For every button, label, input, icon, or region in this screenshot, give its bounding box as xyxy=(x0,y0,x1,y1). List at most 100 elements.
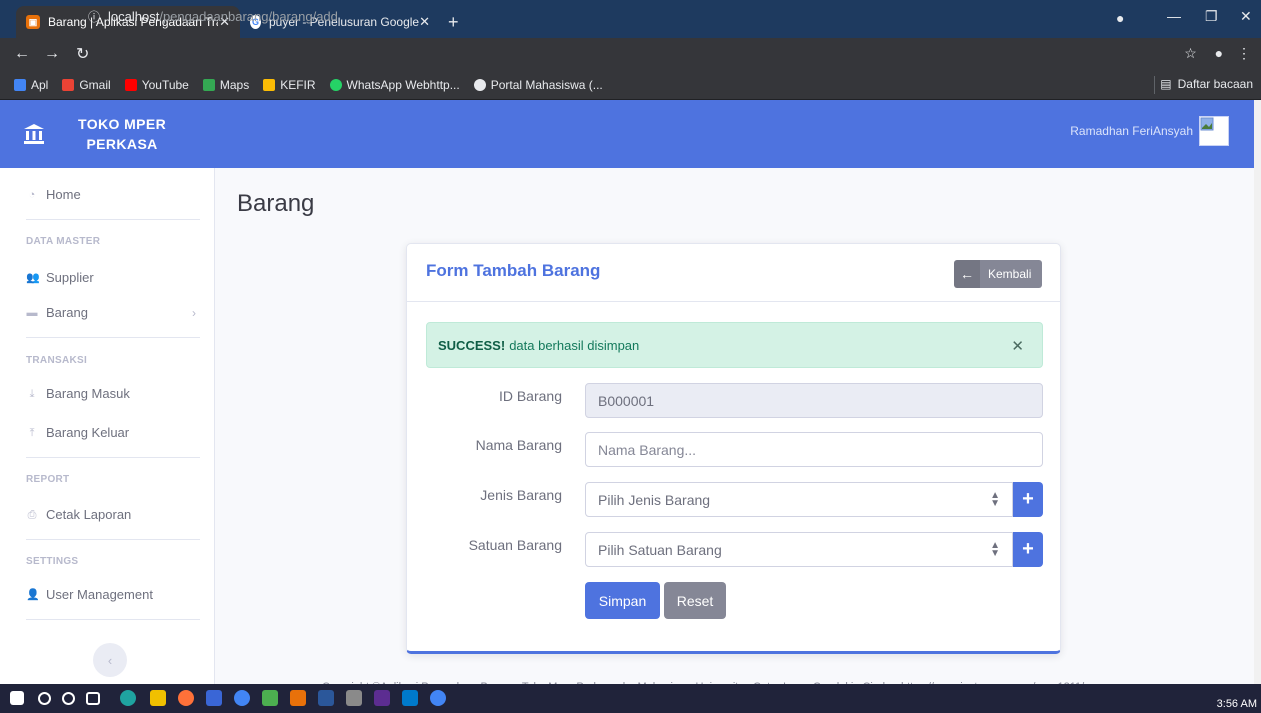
user-name: Ramadhan FeriAnsyah xyxy=(1070,124,1193,138)
select-caret-icon: ▲ ▼ xyxy=(990,490,1000,509)
bookmark-label: Portal Mahasiswa (... xyxy=(490,77,603,92)
bookmark-label: Apl xyxy=(31,77,49,92)
close-window-icon[interactable]: ✕ xyxy=(1240,8,1252,25)
url-path: /pengadaanbarang/barang/add xyxy=(159,8,338,24)
save-button[interactable]: Simpan xyxy=(585,582,660,619)
xampp-icon[interactable] xyxy=(290,690,306,706)
satuan-barang-select[interactable]: Pilih Satuan Barang ▲ ▼ xyxy=(585,532,1013,567)
gmail-icon xyxy=(62,78,75,91)
bookmark-whatsapp[interactable]: WhatsApp Webhttp... xyxy=(329,78,460,92)
word-icon[interactable] xyxy=(318,690,334,706)
sidebar-item-supplier[interactable]: 👥 Supplier xyxy=(26,270,196,285)
jenis-barang-select[interactable]: Pilih Jenis Barang ▲ ▼ xyxy=(585,482,1013,517)
brand[interactable]: TOKO MPER PERKASA xyxy=(0,100,215,168)
site-info-icon[interactable]: ⓘ xyxy=(88,8,100,25)
reading-list-label: Daftar bacaan xyxy=(1177,77,1253,91)
bookmark-kefir[interactable]: KEFIR xyxy=(263,77,316,92)
sidebar-heading: TRANSAKSI xyxy=(26,355,88,366)
sidebar-heading: DATA MASTER xyxy=(26,236,101,247)
windows-start-icon[interactable] xyxy=(10,691,24,705)
search-icon[interactable] xyxy=(38,692,51,705)
sidebar-divider xyxy=(26,457,200,458)
sidebar-divider xyxy=(26,539,200,540)
bookmark-apl[interactable]: Apl xyxy=(14,78,48,92)
reload-icon[interactable]: ↻ xyxy=(76,44,89,64)
users-icon: 👥 xyxy=(26,271,40,284)
bookmark-maps[interactable]: Maps xyxy=(202,77,250,92)
sidebar-item-cetak-laporan[interactable]: ⎙ Cetak Laporan xyxy=(26,507,196,522)
sidebar-heading: SETTINGS xyxy=(26,556,79,567)
bookmark-youtube[interactable]: YouTube xyxy=(124,77,189,92)
bookmark-label: YouTube xyxy=(141,77,189,92)
browser-actions: ☆ ● ⋮ xyxy=(1184,45,1251,62)
visual-studio-icon[interactable] xyxy=(374,690,390,706)
back-icon[interactable]: ← xyxy=(14,45,30,63)
url-host: localhost xyxy=(108,8,160,24)
sidebar-item-user-management[interactable]: 👤 User Management xyxy=(26,587,196,602)
task-view-icon[interactable] xyxy=(86,692,100,705)
arrow-left-icon: ← xyxy=(954,260,980,288)
apps-grid-icon xyxy=(14,78,26,91)
sidebar-item-home[interactable]: ◔ Home xyxy=(26,187,196,202)
reading-list-button[interactable]: ▤ Daftar bacaan xyxy=(1160,77,1253,91)
reading-list-icon: ▤ xyxy=(1160,77,1172,91)
reset-button[interactable]: Reset xyxy=(664,582,726,619)
bookmark-label: Maps xyxy=(219,77,250,92)
print-icon: ⎙ xyxy=(27,508,37,521)
file-explorer-icon[interactable] xyxy=(150,690,166,706)
chrome-icon[interactable] xyxy=(430,690,446,706)
sidebar-divider xyxy=(26,219,200,220)
sidebar-toggle-button[interactable]: ‹ xyxy=(93,643,127,677)
bookmark-label: KEFIR xyxy=(280,77,316,92)
id-barang-input[interactable]: B000001 xyxy=(585,383,1043,418)
star-icon[interactable]: ☆ xyxy=(1184,45,1197,61)
select-caret-icon: ▲ ▼ xyxy=(990,540,1000,559)
jenis-barang-selected: Pilih Jenis Barang xyxy=(598,491,711,508)
satuan-barang-selected: Pilih Satuan Barang xyxy=(598,541,722,558)
cortana-icon[interactable] xyxy=(62,692,75,705)
folder-icon: ▬ xyxy=(26,306,38,319)
sidebar-divider xyxy=(26,337,200,338)
firefox-icon[interactable] xyxy=(178,690,194,706)
url-input[interactable]: ⓘ localhost /pengadaanbarang/barang/add xyxy=(88,4,1188,28)
nama-barang-input[interactable]: Nama Barang... xyxy=(585,432,1043,467)
sidebar-item-barang-keluar[interactable]: ⤒ Barang Keluar xyxy=(26,425,196,440)
card-title: Form Tambah Barang xyxy=(426,261,601,280)
sidebar-item-label: Supplier xyxy=(46,270,94,285)
app-icon[interactable] xyxy=(262,690,278,706)
back-button[interactable]: ← Kembali xyxy=(954,260,1042,288)
sidebar-item-label: Barang Keluar xyxy=(46,425,130,440)
chevron-right-icon: › xyxy=(192,305,196,320)
taskbar-clock: 3:56 AM xyxy=(1216,698,1257,710)
add-jenis-button[interactable]: + xyxy=(1013,482,1043,517)
address-bar: ← → ↻ xyxy=(0,38,1261,70)
page-scrollbar[interactable] xyxy=(1254,100,1261,684)
sidebar-item-label: Cetak Laporan xyxy=(46,507,132,522)
bank-icon xyxy=(24,124,44,144)
add-satuan-button[interactable]: + xyxy=(1013,532,1043,567)
bookmark-portal[interactable]: Portal Mahasiswa (... xyxy=(473,77,603,92)
id-barang-value: B000001 xyxy=(598,392,655,409)
youtube-icon xyxy=(124,78,137,91)
vscode-icon[interactable] xyxy=(402,690,418,706)
sidebar-item-barang-masuk[interactable]: ⤓ Barang Masuk xyxy=(26,386,196,401)
user-plus-icon: 👤 xyxy=(26,588,40,601)
nama-barang-label: Nama Barang xyxy=(475,437,562,453)
sidebar-item-barang[interactable]: ▬ Barang › xyxy=(26,305,197,320)
app-icon[interactable] xyxy=(206,690,222,706)
bookmark-label: Gmail xyxy=(79,77,111,92)
user-menu[interactable]: Ramadhan FeriAnsyah xyxy=(1070,116,1229,146)
menu-icon[interactable]: ⋮ xyxy=(1237,45,1251,61)
globe-icon xyxy=(473,78,486,91)
forward-icon[interactable]: → xyxy=(44,45,60,63)
profile-avatar-icon[interactable]: ● xyxy=(1215,45,1223,61)
broken-image-icon xyxy=(1200,117,1214,131)
maps-icon xyxy=(202,78,215,91)
chrome-icon[interactable] xyxy=(234,690,250,706)
bookmark-gmail[interactable]: Gmail xyxy=(62,77,111,92)
close-icon[interactable]: ✕ xyxy=(1011,337,1024,355)
notepad-icon[interactable] xyxy=(346,690,362,706)
restore-icon[interactable]: ❐ xyxy=(1205,8,1218,25)
edge-icon[interactable] xyxy=(120,690,136,706)
plus-icon: + xyxy=(1022,488,1034,510)
